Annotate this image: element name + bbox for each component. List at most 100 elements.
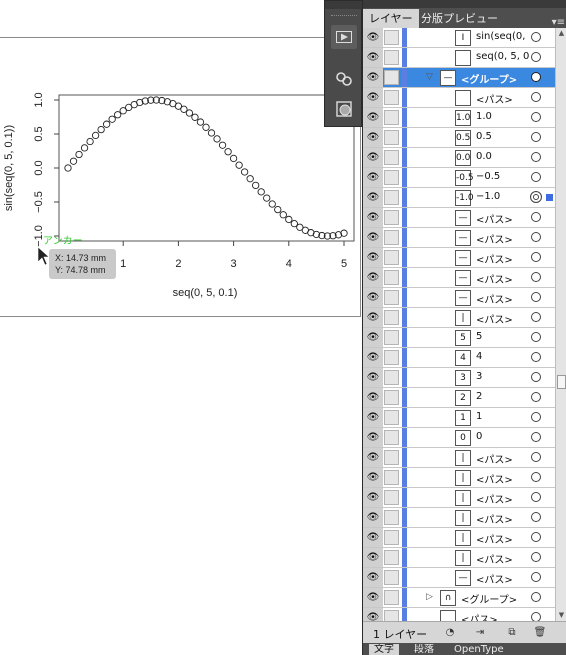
visibility-eye-icon[interactable]: 👁 (363, 108, 383, 127)
tab-layers[interactable]: レイヤー (363, 9, 419, 28)
target-circle-icon[interactable] (531, 512, 541, 522)
target-circle-icon[interactable] (531, 172, 541, 182)
layer-row[interactable]: 👁 0.0 0.0 (363, 148, 555, 168)
layer-row[interactable]: 👁 | <パス> (363, 308, 555, 328)
lock-toggle[interactable] (384, 510, 399, 525)
lock-toggle[interactable] (384, 70, 399, 85)
visibility-eye-icon[interactable]: 👁 (363, 268, 383, 287)
target-circle-icon[interactable] (531, 152, 541, 162)
layer-name[interactable]: sin(seq(0, ... (476, 31, 529, 42)
visibility-eye-icon[interactable]: 👁 (363, 248, 383, 267)
layer-name[interactable]: <パス> (476, 551, 513, 566)
target-circle-icon[interactable] (531, 452, 541, 462)
layer-name[interactable]: <パス> (476, 231, 513, 246)
lock-toggle[interactable] (384, 430, 399, 445)
visibility-eye-icon[interactable]: 👁 (363, 368, 383, 387)
locate-object-icon[interactable]: ◔ (443, 626, 457, 640)
target-circle-icon[interactable] (531, 412, 541, 422)
target-circle-icon[interactable] (531, 132, 541, 142)
target-circle-icon[interactable] (531, 532, 541, 542)
layer-name[interactable]: 5 (476, 331, 482, 342)
lock-toggle[interactable] (384, 270, 399, 285)
layer-name[interactable]: 1.0 (476, 111, 492, 122)
visibility-eye-icon[interactable]: 👁 (363, 28, 383, 47)
scatter-plot[interactable]: 12345 −1.0−0.50.00.51.0 seq(0, 5, 0.1) s… (0, 0, 361, 655)
tab-opentype[interactable]: OpenType (449, 644, 509, 655)
layer-row[interactable]: 👁 <パス> (363, 608, 555, 621)
expand-triangle-icon[interactable]: ▽ (426, 72, 433, 82)
layer-row[interactable]: 👁 0 0 (363, 428, 555, 448)
target-circle-icon[interactable] (531, 592, 541, 602)
make-clipping-mask-icon[interactable]: ⇥ (473, 626, 487, 640)
target-circle-icon[interactable] (531, 212, 541, 222)
lock-toggle[interactable] (384, 410, 399, 425)
visibility-eye-icon[interactable]: 👁 (363, 468, 383, 487)
target-circle-icon[interactable] (531, 292, 541, 302)
layer-row[interactable]: 👁 0.5 0.5 (363, 128, 555, 148)
visibility-eye-icon[interactable]: 👁 (363, 408, 383, 427)
target-circle-icon[interactable] (531, 52, 541, 62)
lock-toggle[interactable] (384, 250, 399, 265)
lock-toggle[interactable] (384, 310, 399, 325)
lock-toggle[interactable] (384, 390, 399, 405)
lock-toggle[interactable] (384, 170, 399, 185)
layer-name[interactable]: <パス> (476, 451, 513, 466)
floating-tool-strip[interactable] (324, 0, 363, 127)
lock-toggle[interactable] (384, 370, 399, 385)
visibility-eye-icon[interactable]: 👁 (363, 588, 383, 607)
layer-row[interactable]: 👁 | <パス> (363, 548, 555, 568)
layer-row[interactable]: 👁 5 5 (363, 328, 555, 348)
lock-toggle[interactable] (384, 30, 399, 45)
lock-toggle[interactable] (384, 570, 399, 585)
layer-row[interactable]: 👁 | <パス> (363, 528, 555, 548)
layer-name[interactable]: <パス> (476, 571, 513, 586)
scroll-up-icon[interactable]: ▲ (556, 28, 566, 39)
layer-row[interactable]: 👁 — <パス> (363, 208, 555, 228)
target-circle-icon[interactable] (531, 272, 541, 282)
layer-row[interactable]: 👁 — <パス> (363, 568, 555, 588)
target-circle-icon[interactable] (531, 332, 541, 342)
delete-icon[interactable]: 🗑 (533, 626, 547, 640)
lock-toggle[interactable] (384, 530, 399, 545)
lock-toggle[interactable] (384, 470, 399, 485)
layer-row[interactable]: 👁 — <パス> (363, 228, 555, 248)
target-circle-icon[interactable] (531, 112, 541, 122)
play-icon[interactable] (331, 25, 357, 49)
layer-name[interactable]: 3 (476, 371, 482, 382)
visibility-eye-icon[interactable]: 👁 (363, 388, 383, 407)
layer-name[interactable]: <パス> (461, 611, 498, 621)
target-circle-icon[interactable] (531, 252, 541, 262)
visibility-eye-icon[interactable]: 👁 (363, 128, 383, 147)
target-circle-icon[interactable] (531, 352, 541, 362)
layer-name[interactable]: <パス> (476, 251, 513, 266)
visibility-eye-icon[interactable]: 👁 (363, 68, 383, 87)
visibility-eye-icon[interactable]: 👁 (363, 608, 383, 621)
layer-row[interactable]: 👁 ▷ ∩ <グループ> (363, 588, 555, 608)
target-circle-icon[interactable] (531, 492, 541, 502)
lock-toggle[interactable] (384, 150, 399, 165)
layer-name[interactable]: seq(0, 5, 0.... (476, 51, 529, 62)
layer-name[interactable]: <パス> (476, 211, 513, 226)
lock-toggle[interactable] (384, 550, 399, 565)
lock-toggle[interactable] (384, 90, 399, 105)
layer-row[interactable]: 👁 -0.5 −0.5 (363, 168, 555, 188)
tab-separations-preview[interactable]: 分版プレビュー (415, 9, 504, 28)
target-circle-icon[interactable] (531, 392, 541, 402)
visibility-eye-icon[interactable]: 👁 (363, 568, 383, 587)
visibility-eye-icon[interactable]: 👁 (363, 208, 383, 227)
appearance-icon[interactable] (331, 97, 357, 121)
layer-row[interactable]: 👁 Isin(seq(0, ... (363, 28, 555, 48)
target-circle-icon[interactable] (531, 612, 541, 621)
lock-toggle[interactable] (384, 330, 399, 345)
target-circle-icon[interactable] (531, 572, 541, 582)
layer-name[interactable]: <パス> (476, 531, 513, 546)
layer-name[interactable]: <パス> (476, 491, 513, 506)
layer-row[interactable]: 👁 — <パス> (363, 288, 555, 308)
collapse-triangle-icon[interactable]: ▷ (426, 592, 433, 602)
layer-name[interactable]: <パス> (476, 271, 513, 286)
layer-name[interactable]: <パス> (476, 511, 513, 526)
visibility-eye-icon[interactable]: 👁 (363, 488, 383, 507)
visibility-eye-icon[interactable]: 👁 (363, 328, 383, 347)
visibility-eye-icon[interactable]: 👁 (363, 168, 383, 187)
visibility-eye-icon[interactable]: 👁 (363, 428, 383, 447)
